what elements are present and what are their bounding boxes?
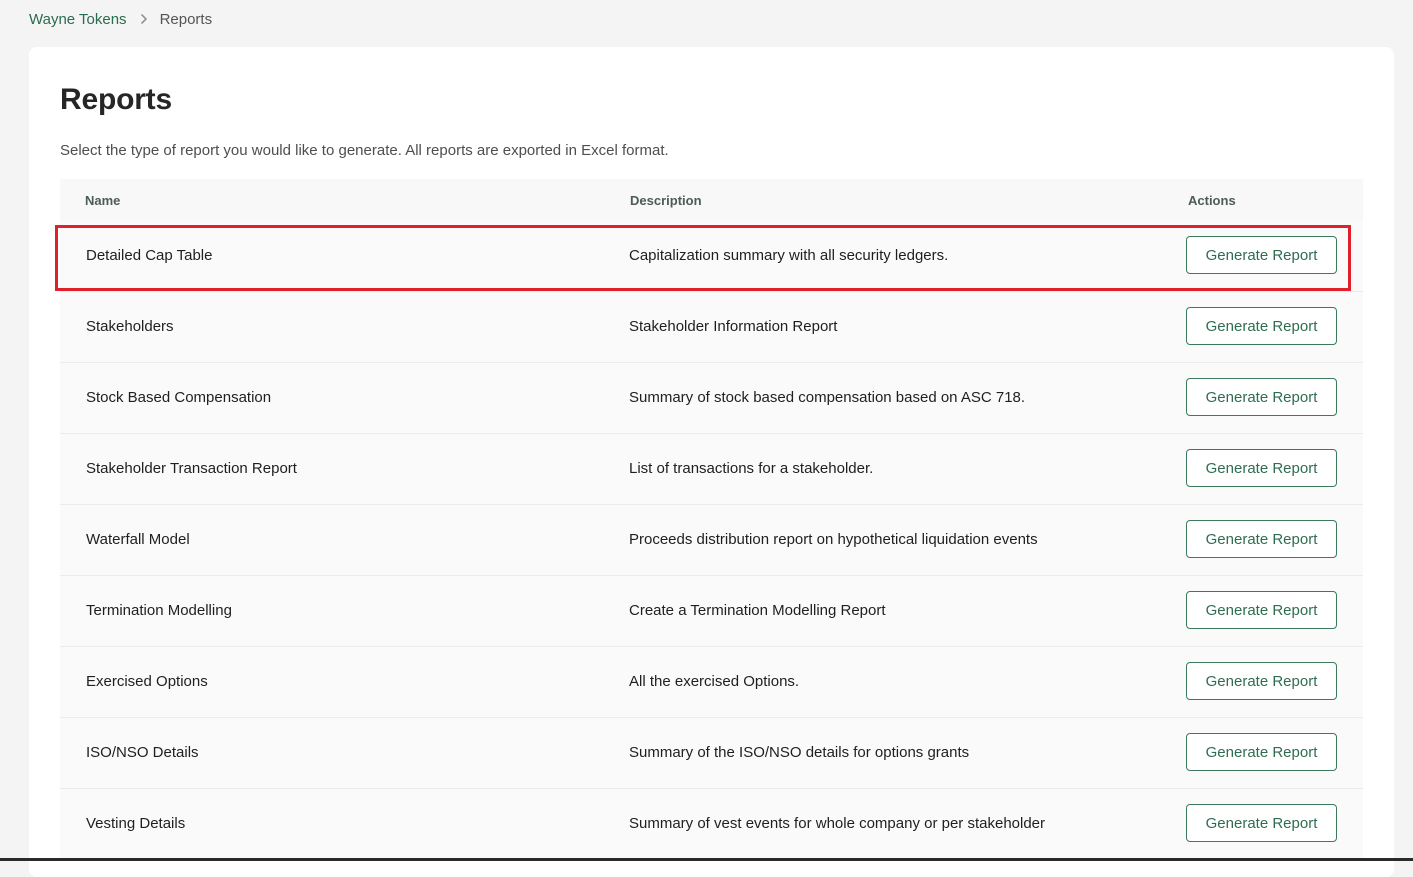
- report-name: Detailed Cap Table: [86, 247, 213, 264]
- table-row: Waterfall Model Proceeds distribution re…: [60, 505, 1363, 576]
- report-description: Create a Termination Modelling Report: [629, 602, 886, 619]
- report-description: Summary of stock based compensation base…: [629, 389, 1026, 406]
- report-name: Stock Based Compensation: [86, 389, 272, 406]
- reports-table: Name Description Actions Detailed Cap Ta…: [60, 179, 1363, 860]
- generate-report-button-vesting-details[interactable]: Generate Report: [1186, 804, 1337, 842]
- breadcrumb-link-wayne-tokens[interactable]: Wayne Tokens: [29, 11, 127, 28]
- table-row: Stakeholder Transaction Report List of t…: [60, 434, 1363, 505]
- generate-report-button-waterfall-model[interactable]: Generate Report: [1186, 520, 1337, 558]
- breadcrumb: Wayne Tokens Reports: [29, 10, 212, 28]
- generate-report-button-termination-modelling[interactable]: Generate Report: [1186, 591, 1337, 629]
- report-name: Stakeholders: [86, 318, 174, 335]
- report-description: All the exercised Options.: [629, 673, 800, 690]
- table-row: Stakeholders Stakeholder Information Rep…: [60, 292, 1363, 363]
- report-name: Exercised Options: [86, 673, 208, 690]
- column-header-description: Description: [630, 193, 702, 208]
- page-title: Reports: [60, 83, 172, 116]
- table-body: Detailed Cap Table Capitalization summar…: [60, 221, 1363, 860]
- table-row: Stock Based Compensation Summary of stoc…: [60, 363, 1363, 434]
- reports-card: Reports Select the type of report you wo…: [29, 47, 1394, 877]
- report-name: Termination Modelling: [86, 602, 232, 619]
- chevron-right-icon: [140, 13, 148, 25]
- generate-report-button-exercised-options[interactable]: Generate Report: [1186, 662, 1337, 700]
- report-name: Vesting Details: [86, 815, 186, 832]
- breadcrumb-current: Reports: [159, 10, 213, 28]
- table-row: Termination Modelling Create a Terminati…: [60, 576, 1363, 647]
- generate-report-button-stock-based-compensation[interactable]: Generate Report: [1186, 378, 1337, 416]
- report-description: Summary of vest events for whole company…: [629, 815, 1046, 832]
- table-row: Exercised Options All the exercised Opti…: [60, 647, 1363, 718]
- table-row: Vesting Details Summary of vest events f…: [60, 789, 1363, 860]
- report-description: List of transactions for a stakeholder.: [629, 460, 874, 477]
- table-row: ISO/NSO Details Summary of the ISO/NSO d…: [60, 718, 1363, 789]
- column-header-name: Name: [85, 193, 121, 208]
- report-description: Proceeds distribution report on hypothet…: [629, 531, 1038, 548]
- generate-report-button-iso-nso-details[interactable]: Generate Report: [1186, 733, 1337, 771]
- column-header-actions: Actions: [1188, 193, 1236, 208]
- generate-report-button-stakeholder-transaction[interactable]: Generate Report: [1186, 449, 1337, 487]
- page-subtitle: Select the type of report you would like…: [60, 142, 669, 159]
- report-name: Waterfall Model: [86, 531, 190, 548]
- report-name: Stakeholder Transaction Report: [86, 460, 297, 477]
- report-name: ISO/NSO Details: [86, 744, 199, 761]
- table-row: Detailed Cap Table Capitalization summar…: [60, 221, 1363, 292]
- table-header: Name Description Actions: [60, 179, 1363, 221]
- report-description: Summary of the ISO/NSO details for optio…: [629, 744, 970, 761]
- generate-report-button-stakeholders[interactable]: Generate Report: [1186, 307, 1337, 345]
- report-description: Stakeholder Information Report: [629, 318, 838, 335]
- report-description: Capitalization summary with all security…: [629, 247, 949, 264]
- generate-report-button-detailed-cap-table[interactable]: Generate Report: [1186, 236, 1337, 274]
